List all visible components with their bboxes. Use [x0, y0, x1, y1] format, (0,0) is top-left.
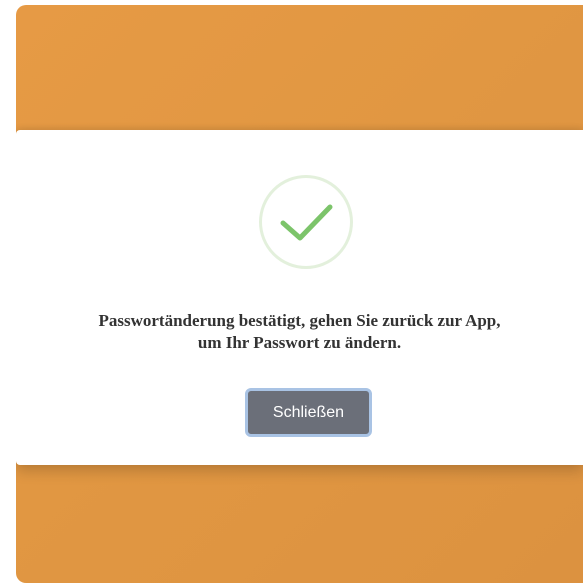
success-dialog: Passwortänderung bestätigt, gehen Sie zu…	[16, 130, 583, 465]
message-line-1: Passwortänderung bestätigt, gehen Sie zu…	[98, 311, 501, 330]
close-button[interactable]: Schließen	[245, 388, 372, 437]
confirmation-message: Passwortänderung bestätigt, gehen Sie zu…	[16, 310, 583, 354]
app-background: Passwortänderung bestätigt, gehen Sie zu…	[16, 5, 583, 583]
message-line-2: um Ihr Passwort zu ändern.	[197, 333, 402, 352]
checkmark-svg	[280, 204, 333, 241]
checkmark-icon	[259, 175, 353, 269]
